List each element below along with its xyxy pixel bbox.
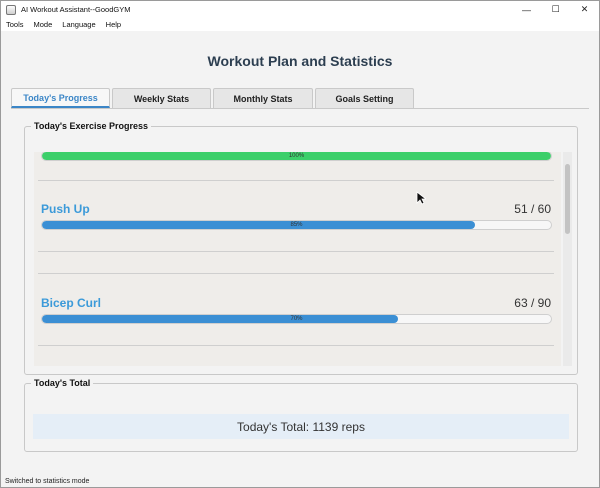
- todays-total-display: Today's Total: 1139 reps: [33, 414, 569, 439]
- progress-label: 85%: [290, 222, 303, 228]
- exercise-scroll-area[interactable]: 100% Push Up 51 / 60 85% Bicep Curl 63 /…: [34, 152, 561, 366]
- window-controls: — ☐ ✕: [512, 1, 599, 18]
- exercise-separator: [38, 273, 554, 274]
- window-title: AI Workout Assistant--GoodGYM: [21, 5, 131, 14]
- menu-mode[interactable]: Mode: [29, 20, 58, 29]
- page-title: Workout Plan and Statistics: [207, 53, 393, 69]
- mouse-cursor-icon: [416, 191, 426, 205]
- minimize-icon: —: [522, 4, 531, 15]
- tab-weekly-stats[interactable]: Weekly Stats: [112, 88, 211, 108]
- todays-total-group: Today's Total Today's Total: 1139 reps: [24, 378, 578, 452]
- exercise-progress-bar: 100%: [41, 152, 552, 161]
- exercise-name: Push Up: [41, 202, 90, 216]
- exercise-progress-bar: 85%: [41, 220, 552, 230]
- menu-language[interactable]: Language: [57, 20, 100, 29]
- minimize-button[interactable]: —: [512, 1, 541, 18]
- title-bar: AI Workout Assistant--GoodGYM — ☐ ✕: [1, 1, 599, 18]
- exercise-count: 51 / 60: [514, 202, 551, 216]
- exercise-name: Bicep Curl: [41, 296, 102, 310]
- tab-bar: Today's Progress Weekly Stats Monthly St…: [11, 88, 416, 108]
- close-icon: ✕: [580, 4, 589, 14]
- maximize-icon: ☐: [551, 4, 560, 14]
- tab-todays-progress[interactable]: Today's Progress: [11, 88, 110, 108]
- app-window: AI Workout Assistant--GoodGYM — ☐ ✕ Tool…: [0, 0, 600, 488]
- menu-help[interactable]: Help: [101, 20, 126, 29]
- tab-monthly-stats[interactable]: Monthly Stats: [213, 88, 313, 108]
- close-button[interactable]: ✕: [570, 1, 599, 18]
- main-content: Workout Plan and Statistics Today's Prog…: [1, 31, 599, 474]
- exercise-progress-title: Today's Exercise Progress: [31, 121, 152, 131]
- exercise-progress-group: Today's Exercise Progress 100% Push Up 5…: [24, 121, 578, 375]
- tab-divider: [11, 108, 589, 109]
- progress-label: 70%: [290, 316, 303, 322]
- status-bar: Switched to statistics mode: [1, 475, 599, 487]
- exercise-separator: [38, 180, 554, 181]
- menu-tools[interactable]: Tools: [1, 20, 29, 29]
- app-icon: [6, 4, 16, 15]
- progress-label: 100%: [288, 153, 305, 159]
- exercise-progress-bar: 70%: [41, 314, 552, 324]
- menu-bar: Tools Mode Language Help: [1, 18, 599, 31]
- maximize-button[interactable]: ☐: [541, 1, 570, 18]
- exercise-separator: [38, 251, 554, 252]
- exercise-separator: [38, 345, 554, 346]
- vertical-scrollbar[interactable]: [563, 152, 572, 366]
- scrollbar-thumb[interactable]: [565, 164, 570, 234]
- todays-total-title: Today's Total: [31, 378, 94, 388]
- exercise-count: 63 / 90: [514, 296, 551, 310]
- tab-goals-setting[interactable]: Goals Setting: [315, 88, 414, 108]
